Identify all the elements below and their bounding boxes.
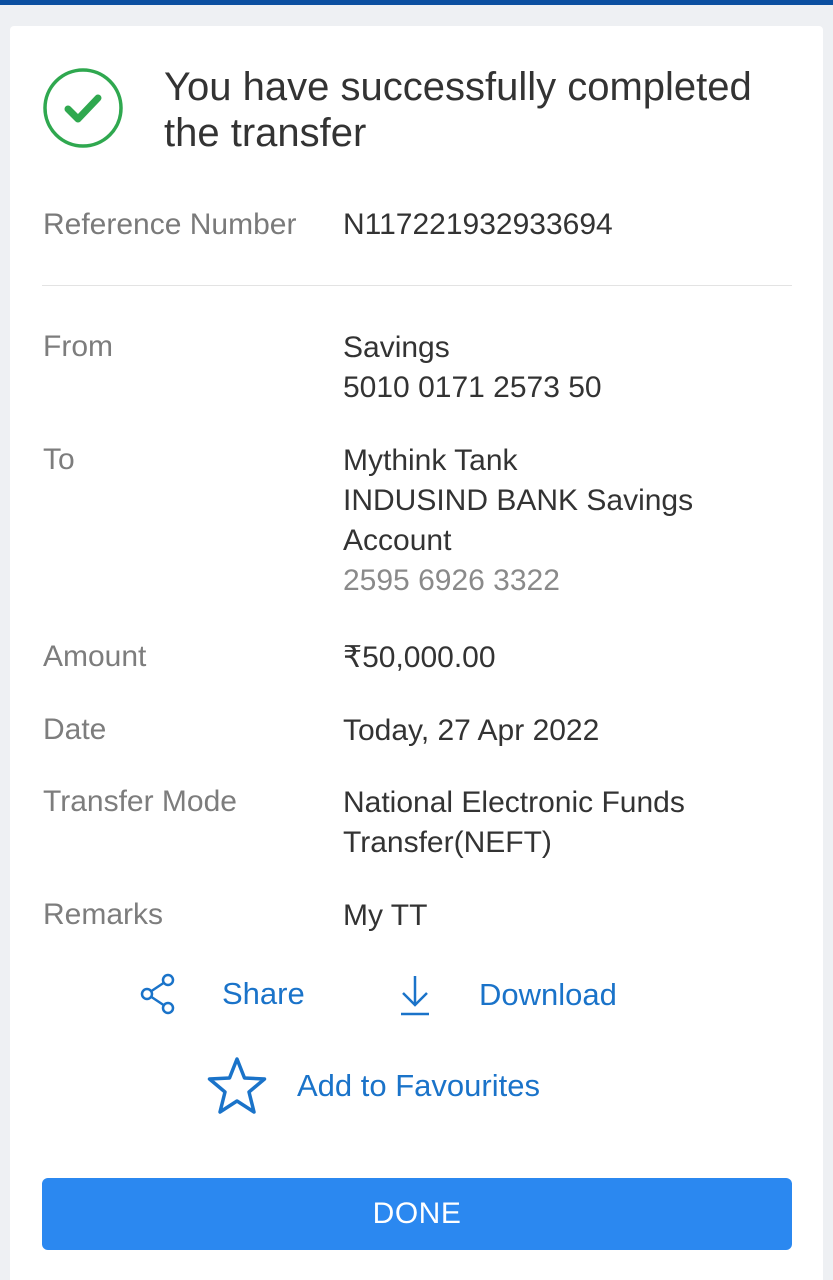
from-account-type: Savings — [343, 331, 450, 364]
from-label: From — [43, 330, 113, 363]
from-account-number: 5010 0171 2573 50 — [343, 371, 602, 404]
add-to-favourites-button[interactable]: Add to Favourites — [206, 1056, 540, 1116]
to-bank-line-1: INDUSIND BANK Savings — [343, 484, 694, 517]
amount-label: Amount — [43, 640, 147, 673]
to-account-number: 2595 6926 3322 — [343, 564, 560, 597]
amount-value: ₹50,000.00 — [343, 641, 496, 674]
done-button[interactable]: DONE — [42, 1178, 792, 1250]
to-bank-line-2: Account — [343, 524, 452, 557]
divider — [42, 285, 792, 286]
transfer-mode-line-1: National Electronic Funds — [343, 786, 685, 819]
add-to-favourites-label: Add to Favourites — [297, 1068, 540, 1103]
success-headline: You have successfully completed the tran… — [164, 64, 804, 156]
to-name: Mythink Tank — [343, 444, 518, 477]
top-status-bar — [0, 0, 833, 5]
download-label: Download — [479, 977, 617, 1012]
reference-value: N117221932933694 — [343, 208, 613, 241]
share-button[interactable]: Share — [138, 972, 305, 1016]
download-icon — [401, 976, 429, 1016]
star-icon — [207, 1057, 267, 1114]
to-value: Mythink Tank INDUSIND BANK Savings Accou… — [343, 441, 783, 601]
transfer-mode-value: National Electronic Funds Transfer(NEFT) — [343, 783, 783, 863]
date-value: Today, 27 Apr 2022 — [343, 714, 600, 747]
remarks-value: My TT — [343, 899, 428, 932]
share-label: Share — [222, 976, 305, 1011]
transfer-confirmation-card: You have successfully completed the tran… — [10, 26, 823, 1280]
to-label: To — [43, 443, 75, 476]
share-icon — [140, 973, 175, 1015]
date-label: Date — [43, 713, 107, 746]
transfer-mode-label: Transfer Mode — [43, 785, 237, 818]
headline-line-1: You have successfully completed — [164, 65, 752, 109]
remarks-label: Remarks — [43, 898, 164, 931]
from-value: Savings 5010 0171 2573 50 — [343, 328, 783, 408]
transfer-mode-line-2: Transfer(NEFT) — [343, 826, 552, 859]
headline-line-2: the transfer — [164, 111, 367, 155]
check-circle-icon — [43, 68, 123, 148]
reference-label: Reference Number — [43, 208, 297, 241]
download-button[interactable]: Download — [398, 972, 617, 1018]
